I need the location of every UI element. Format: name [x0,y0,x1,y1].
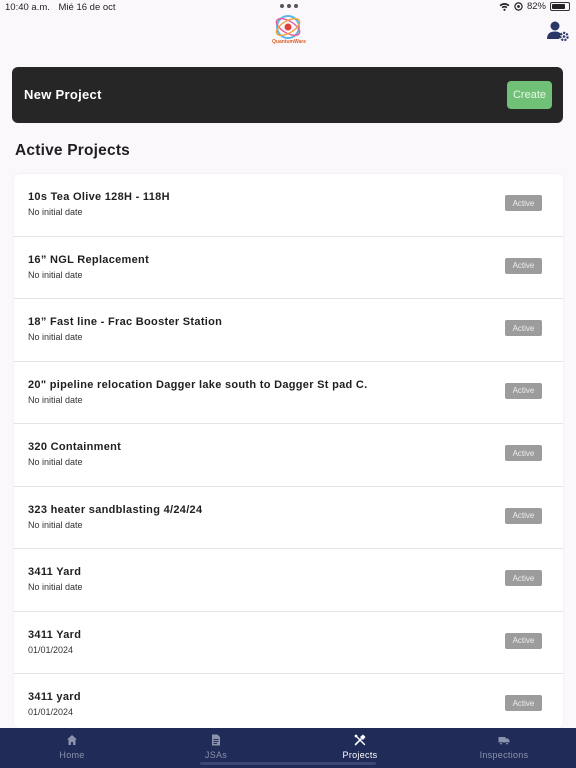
status-badge: Active [505,445,542,461]
project-date: 01/01/2024 [28,644,74,655]
tab-inspections-label: Inspections [479,750,529,760]
project-row[interactable]: 323 heater sandblasting 4/24/24 No initia… [14,487,563,549]
project-row[interactable]: 3411 yard 01/01/2024 Active [14,674,563,728]
truck-icon [498,737,510,746]
tab-home-label: Home [59,750,85,760]
status-badge: Active [505,195,542,211]
status-time: 10:40 a.m. [5,2,50,13]
battery-percent: 82% [526,1,546,12]
section-title: Active Projects [15,142,130,159]
project-date: No initial date [28,269,83,280]
project-row[interactable]: 10s Tea Olive 128H - 118H No initial date… [14,174,563,237]
new-project-card: New Project Create [12,67,563,123]
tab-inspections[interactable]: Inspections [432,728,576,768]
project-name: 18” Fast line - Frac Booster Station [28,316,223,328]
location-icon [514,2,523,11]
project-row[interactable]: 3411 Yard No initial date Active [14,549,563,612]
project-date: No initial date [28,394,83,405]
project-row[interactable]: 20" pipeline relocation Dagger lake sout… [14,362,563,424]
battery-icon [550,2,570,11]
status-badge: Active [505,382,542,399]
multitasking-dots-icon[interactable] [280,4,298,8]
status-badge: Active [505,320,542,336]
status-badge: Active [505,632,542,649]
new-project-label: New Project [24,87,102,102]
tab-jsas-label: JSAs [204,750,228,760]
logo-text: QuantumWare [272,39,306,45]
project-name: 3411 yard [28,691,81,703]
tab-projects-label: Projects [342,750,378,760]
status-badge: Active [505,507,542,524]
create-project-button[interactable]: Create [507,81,552,109]
project-date: 01/01/2024 [28,707,74,717]
project-name: 20" pipeline relocation Dagger lake sout… [28,378,368,391]
tools-icon [354,734,366,746]
project-date: No initial date [28,332,83,342]
project-row[interactable]: 320 Containment No initial date Active [14,424,563,487]
document-icon [212,734,220,746]
project-row[interactable]: 18” Fast line - Frac Booster Station No i… [14,299,563,362]
user-settings-icon[interactable] [546,20,570,42]
project-name: 10s Tea Olive 128H - 118H [28,191,170,203]
home-indicator [200,762,376,765]
project-row[interactable]: 3411 Yard 01/01/2024 Active [14,612,563,674]
status-badge: Active [505,695,542,711]
project-date: No initial date [28,519,83,530]
project-row[interactable]: 16” NGL Replacement No initial date Active [14,237,563,299]
project-date: No initial date [28,457,83,467]
project-name: 323 heater sandblasting 4/24/24 [28,503,203,516]
project-list[interactable]: 10s Tea Olive 128H - 118H No initial date… [14,174,563,728]
wifi-icon [499,3,510,11]
project-name: 3411 Yard [28,628,82,641]
status-badge: Active [505,570,542,586]
project-name: 320 Containment [28,441,122,453]
project-date: No initial date [28,582,83,592]
home-icon [67,735,77,745]
project-name: 16” NGL Replacement [28,253,150,266]
status-date: Mié 16 de oct [58,2,116,13]
project-date: No initial date [28,207,83,217]
tab-home[interactable]: Home [0,728,144,768]
status-badge: Active [505,257,542,274]
project-name: 3411 Yard [28,566,82,578]
